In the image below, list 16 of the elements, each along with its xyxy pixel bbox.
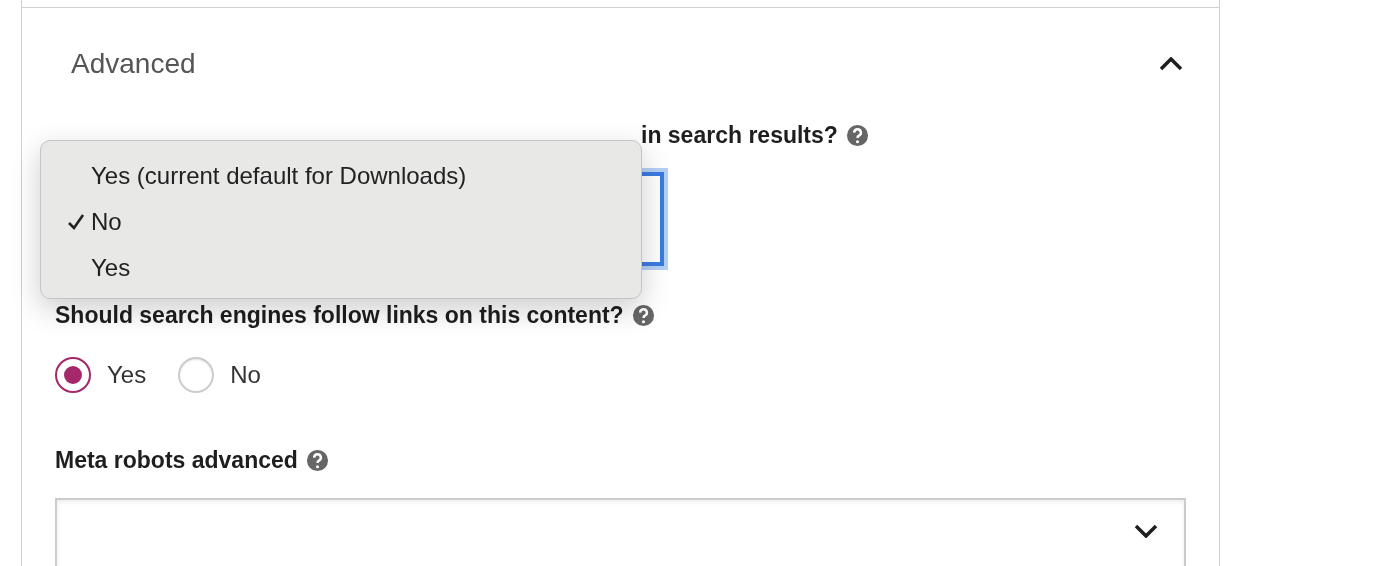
field-label: in search results? xyxy=(641,120,838,150)
help-icon[interactable] xyxy=(631,303,655,327)
chevron-down-icon xyxy=(1134,524,1158,538)
section-title: Advanced xyxy=(71,47,196,81)
radio-option[interactable]: Yes xyxy=(55,357,147,393)
radio-button[interactable] xyxy=(55,357,91,393)
field-label: Should search engines follow links on this content? xyxy=(55,300,624,330)
help-icon[interactable] xyxy=(845,123,869,147)
field-label: Meta robots advanced xyxy=(55,445,298,475)
select-field[interactable] xyxy=(55,498,1186,566)
help-icon[interactable] xyxy=(305,448,329,472)
radio-option[interactable]: No xyxy=(178,357,261,393)
menu-item[interactable]: Yes xyxy=(41,245,641,291)
chevron-up-icon xyxy=(1159,57,1183,71)
menu-item[interactable]: No xyxy=(41,199,641,245)
menu-item[interactable]: Yes (current default for Downloads) xyxy=(41,153,641,199)
